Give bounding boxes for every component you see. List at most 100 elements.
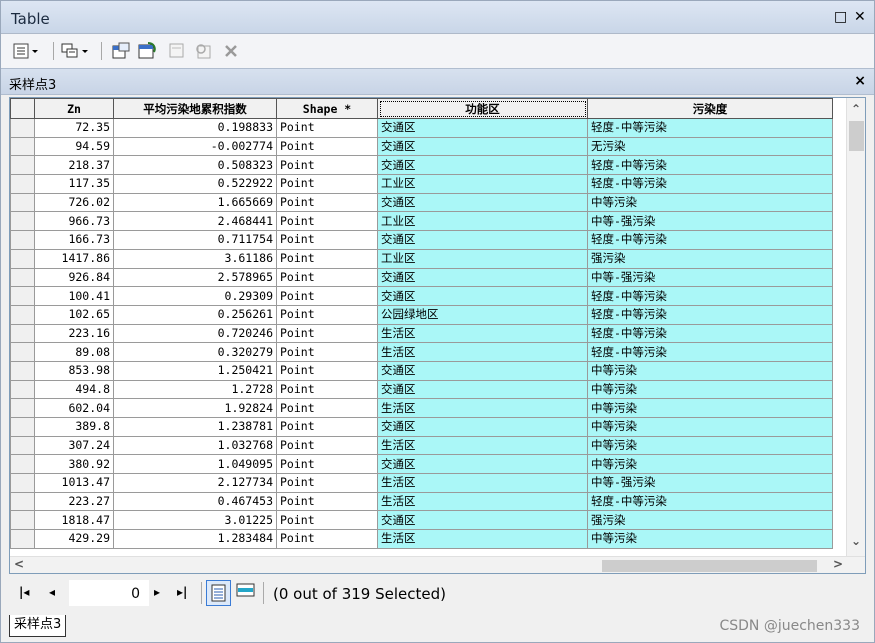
- pollution-level-cell[interactable]: 中等污染: [587, 379, 833, 400]
- row-selector[interactable]: [10, 230, 35, 250]
- function-zone-cell[interactable]: 工业区: [377, 211, 588, 232]
- function-zone-cell[interactable]: 交通区: [377, 510, 588, 531]
- shape-cell[interactable]: Point: [276, 230, 378, 250]
- shape-cell[interactable]: Point: [276, 211, 378, 232]
- pollution-index-cell[interactable]: 2.127734: [113, 473, 277, 493]
- delete-selected-button[interactable]: [223, 42, 239, 60]
- function-zone-cell[interactable]: 交通区: [377, 379, 588, 400]
- row-selector[interactable]: [10, 417, 35, 437]
- table-row[interactable]: 853.98 1.250421 Point 交通区 中等污染: [10, 360, 833, 381]
- pollution-level-cell[interactable]: 轻度-中等污染: [587, 286, 833, 306]
- row-selector[interactable]: [10, 360, 35, 381]
- function-zone-cell[interactable]: 工业区: [377, 174, 588, 194]
- pollution-level-cell[interactable]: 中等污染: [587, 435, 833, 456]
- function-zone-cell[interactable]: 交通区: [377, 286, 588, 306]
- table-row[interactable]: 1417.86 3.61186 Point 工业区 强污染: [10, 248, 833, 269]
- row-selector[interactable]: [10, 398, 35, 418]
- row-selector[interactable]: [10, 155, 35, 176]
- table-row[interactable]: 166.73 0.711754 Point 交通区 轻度-中等污染: [10, 230, 833, 250]
- shape-cell[interactable]: Point: [276, 360, 378, 381]
- pollution-index-cell[interactable]: -0.002774: [113, 136, 277, 157]
- zn-cell[interactable]: 602.04: [34, 398, 114, 418]
- shape-cell[interactable]: Point: [276, 118, 378, 138]
- row-selector[interactable]: [10, 342, 35, 362]
- pollution-level-cell[interactable]: 中等污染: [587, 192, 833, 213]
- pollution-level-cell[interactable]: 强污染: [587, 510, 833, 531]
- row-selector[interactable]: [10, 473, 35, 493]
- column-header-function-zone[interactable]: 功能区: [377, 98, 588, 119]
- table-row[interactable]: 94.59 -0.002774 Point 交通区 无污染: [10, 136, 833, 157]
- previous-record-icon[interactable]: ◂: [49, 585, 55, 599]
- row-selector[interactable]: [10, 118, 35, 138]
- function-zone-cell[interactable]: 交通区: [377, 118, 588, 138]
- shape-cell[interactable]: Point: [276, 398, 378, 418]
- function-zone-cell[interactable]: 交通区: [377, 155, 588, 176]
- row-selector[interactable]: [10, 529, 35, 549]
- shape-cell[interactable]: Point: [276, 192, 378, 213]
- close-icon[interactable]: ✕: [854, 10, 866, 24]
- column-header-pollution-level[interactable]: 污染度: [587, 98, 833, 119]
- pollution-level-cell[interactable]: 无污染: [587, 136, 833, 157]
- switch-selection-button[interactable]: [138, 42, 158, 60]
- table-row[interactable]: 429.29 1.283484 Point 生活区 中等污染: [10, 529, 833, 549]
- function-zone-cell[interactable]: 交通区: [377, 136, 588, 157]
- table-row[interactable]: 72.35 0.198833 Point 交通区 轻度-中等污染: [10, 118, 833, 138]
- table-row[interactable]: 1818.47 3.01225 Point 交通区 强污染: [10, 510, 833, 531]
- shape-cell[interactable]: Point: [276, 267, 378, 288]
- zn-cell[interactable]: 926.84: [34, 267, 114, 288]
- function-zone-cell[interactable]: 生活区: [377, 323, 588, 344]
- pollution-index-cell[interactable]: 2.468441: [113, 211, 277, 232]
- shape-cell[interactable]: Point: [276, 136, 378, 157]
- zn-cell[interactable]: 494.8: [34, 379, 114, 400]
- pollution-level-cell[interactable]: 中等污染: [587, 529, 833, 549]
- last-record-icon[interactable]: ▸|: [177, 585, 187, 599]
- table-row[interactable]: 100.41 0.29309 Point 交通区 轻度-中等污染: [10, 286, 833, 306]
- pollution-index-cell[interactable]: 1.2728: [113, 379, 277, 400]
- zn-cell[interactable]: 966.73: [34, 211, 114, 232]
- shape-cell[interactable]: Point: [276, 473, 378, 493]
- zn-cell[interactable]: 307.24: [34, 435, 114, 456]
- scroll-right-icon[interactable]: >: [833, 557, 843, 571]
- pollution-index-cell[interactable]: 0.522922: [113, 174, 277, 194]
- table-row[interactable]: 389.8 1.238781 Point 交通区 中等污染: [10, 417, 833, 437]
- column-header-shape[interactable]: Shape *: [276, 98, 378, 119]
- function-zone-cell[interactable]: 生活区: [377, 529, 588, 549]
- pollution-level-cell[interactable]: 轻度-中等污染: [587, 155, 833, 176]
- zoom-to-selected-button[interactable]: [194, 42, 214, 60]
- row-selector[interactable]: [10, 379, 35, 400]
- zn-cell[interactable]: 100.41: [34, 286, 114, 306]
- pollution-level-cell[interactable]: 轻度-中等污染: [587, 342, 833, 362]
- pollution-index-cell[interactable]: 0.256261: [113, 304, 277, 325]
- vertical-scrollbar[interactable]: ⌃ ⌄: [846, 98, 865, 556]
- pollution-level-cell[interactable]: 中等污染: [587, 360, 833, 381]
- table-row[interactable]: 494.8 1.2728 Point 交通区 中等污染: [10, 379, 833, 400]
- table-row[interactable]: 117.35 0.522922 Point 工业区 轻度-中等污染: [10, 174, 833, 194]
- table-row[interactable]: 380.92 1.049095 Point 交通区 中等污染: [10, 454, 833, 475]
- function-zone-cell[interactable]: 生活区: [377, 342, 588, 362]
- zn-cell[interactable]: 223.27: [34, 491, 114, 512]
- table-row[interactable]: 89.08 0.320279 Point 生活区 轻度-中等污染: [10, 342, 833, 362]
- row-selector[interactable]: [10, 136, 35, 157]
- pollution-level-cell[interactable]: 轻度-中等污染: [587, 230, 833, 250]
- table-row[interactable]: 223.16 0.720246 Point 生活区 轻度-中等污染: [10, 323, 833, 344]
- pollution-index-cell[interactable]: 1.032768: [113, 435, 277, 456]
- pollution-level-cell[interactable]: 轻度-中等污染: [587, 304, 833, 325]
- pollution-index-cell[interactable]: 1.92824: [113, 398, 277, 418]
- first-record-icon[interactable]: |◂: [19, 585, 29, 599]
- bottom-table-tab[interactable]: 采样点3: [9, 615, 67, 637]
- scroll-down-icon[interactable]: ⌄: [851, 534, 861, 548]
- shape-cell[interactable]: Point: [276, 454, 378, 475]
- horizontal-scroll-thumb[interactable]: [602, 560, 817, 572]
- pollution-index-cell[interactable]: 0.720246: [113, 323, 277, 344]
- row-selector[interactable]: [10, 174, 35, 194]
- table-row[interactable]: 726.02 1.665669 Point 交通区 中等污染: [10, 192, 833, 213]
- zn-cell[interactable]: 166.73: [34, 230, 114, 250]
- zn-cell[interactable]: 89.08: [34, 342, 114, 362]
- zn-cell[interactable]: 218.37: [34, 155, 114, 176]
- table-options-button[interactable]: [13, 42, 39, 60]
- pollution-index-cell[interactable]: 0.508323: [113, 155, 277, 176]
- row-selector[interactable]: [10, 286, 35, 306]
- table-row[interactable]: 602.04 1.92824 Point 生活区 中等污染: [10, 398, 833, 418]
- select-by-attributes-button[interactable]: [111, 42, 131, 60]
- row-selector[interactable]: [10, 211, 35, 232]
